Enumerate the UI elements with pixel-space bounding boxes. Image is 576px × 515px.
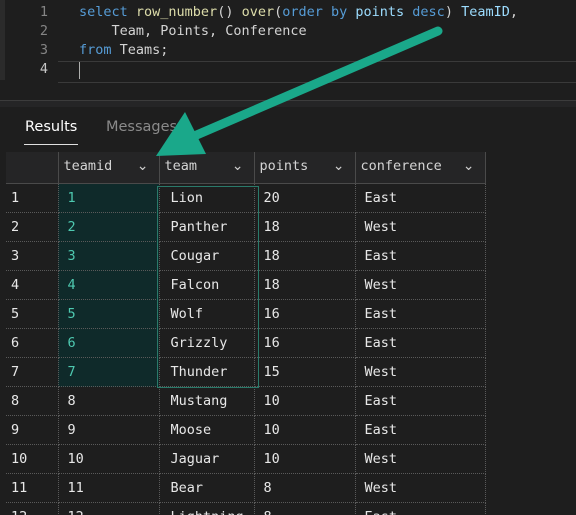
annotation-arrow-icon (156, 26, 443, 156)
